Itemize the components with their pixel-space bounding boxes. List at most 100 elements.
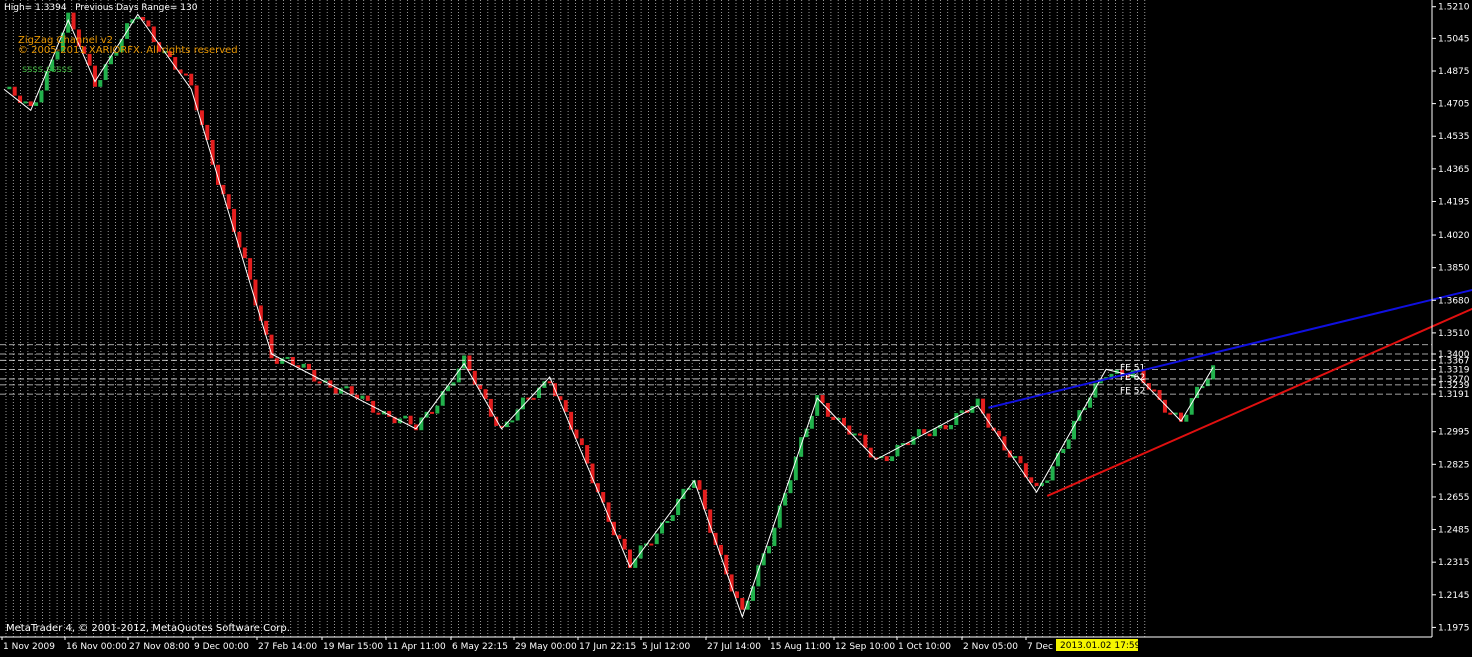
- chart-window[interactable]: FE 51 FE 62 FE 52 1.5210 1.5045 1.4875 1.4705 1…: [0, 0, 1472, 653]
- bull-bar: [1045, 480, 1050, 483]
- bull-bar: [7, 86, 12, 90]
- price-label: 1.2485: [1438, 526, 1470, 536]
- price-label: 1.4535: [1438, 132, 1470, 142]
- bull-bar: [403, 415, 408, 419]
- price-label: 1.4195: [1438, 197, 1470, 207]
- info-text: High= 1.3394 Previous Days Range= 130: [4, 3, 198, 13]
- time-label: 17 Jun 22:15: [579, 642, 636, 652]
- bull-bar: [890, 456, 895, 462]
- bull-bar: [954, 413, 959, 425]
- bull-bar: [654, 533, 659, 545]
- bear-bar: [1018, 456, 1023, 464]
- bear-bar: [563, 400, 568, 412]
- bear-bar: [531, 397, 536, 400]
- bull-bar: [510, 420, 515, 423]
- bear-bar: [248, 258, 253, 280]
- time-label: 29 May 00:00: [515, 642, 577, 652]
- time-label: 12 Sep 10:00: [835, 642, 895, 652]
- bull-bar: [435, 405, 440, 414]
- price-label: 1.4705: [1438, 100, 1470, 110]
- time-label: 9 Dec 00:00: [194, 642, 249, 652]
- bear-bar: [71, 12, 76, 30]
- bear-bar: [713, 532, 718, 545]
- bear-bar: [274, 358, 279, 364]
- bull-bar: [788, 480, 793, 494]
- bull-bar: [975, 398, 980, 407]
- bear-bar: [831, 416, 836, 420]
- time-label: 15 Aug 11:00: [770, 642, 831, 652]
- bull-bar: [1050, 466, 1055, 481]
- bear-bar: [467, 355, 472, 371]
- bear-bar: [585, 445, 590, 464]
- bull-bar: [670, 515, 675, 521]
- bear-bar: [242, 247, 247, 259]
- bear-bar: [376, 412, 381, 415]
- time-label: 27 Nov 08:00: [129, 642, 190, 652]
- price-label: 1.2315: [1438, 558, 1470, 568]
- bear-bar: [858, 433, 862, 436]
- price-label: 1.4020: [1438, 231, 1470, 241]
- time-label: 1 Nov 2009: [3, 642, 55, 652]
- bull-bar: [1184, 414, 1189, 422]
- bear-bar: [173, 57, 178, 70]
- bull-bar: [98, 80, 103, 87]
- bull-bar: [959, 410, 964, 414]
- time-label: 5 Jul 12:00: [642, 642, 691, 652]
- platform-copyright: MetaTrader 4, © 2001-2012, MetaQuotes So…: [6, 623, 290, 634]
- price-label: 1.2655: [1438, 493, 1470, 503]
- bear-bar: [943, 425, 948, 430]
- bull-bar: [285, 356, 290, 359]
- bear-bar: [649, 543, 654, 546]
- price-chart[interactable]: FE 51FE 62FE 521.52101.50451.48751.47051…: [0, 0, 1472, 653]
- bear-bar: [189, 73, 194, 86]
- bear-bar: [317, 381, 322, 384]
- time-label: 1 Oct 10:00: [898, 642, 951, 652]
- bear-bar: [408, 415, 413, 425]
- bear-bar: [1034, 482, 1039, 486]
- time-label: 16 Nov 00:00: [66, 642, 127, 652]
- bear-bar: [579, 438, 584, 446]
- bear-bar: [365, 395, 370, 401]
- price-label: 1.4365: [1438, 165, 1470, 175]
- bull-bar: [1088, 397, 1093, 408]
- indicator-copyright: © 2005-2011 XARIORFX. All rights reserve…: [18, 45, 238, 56]
- time-label: 7 Dec: [1027, 642, 1053, 652]
- price-label: 1.5045: [1438, 34, 1470, 44]
- bull-bar: [665, 520, 670, 523]
- bull-bar: [767, 546, 772, 554]
- bull-bar: [895, 444, 900, 457]
- bull-bar: [360, 395, 365, 399]
- bear-bar: [183, 73, 188, 76]
- bear-bar: [590, 463, 595, 484]
- bull-bar: [676, 498, 681, 516]
- bear-bar: [1152, 389, 1157, 392]
- bull-bar: [1013, 456, 1018, 459]
- bear-bar: [199, 110, 204, 125]
- bear-bar: [306, 363, 311, 370]
- bull-bar: [23, 101, 28, 104]
- price-label: 1.5210: [1438, 3, 1470, 13]
- bear-bar: [232, 208, 237, 232]
- bear-bar: [430, 411, 434, 414]
- time-label: 2 Nov 05:00: [963, 642, 1018, 652]
- bull-bar: [301, 363, 306, 368]
- price-label: 1.3191: [1438, 390, 1470, 400]
- time-label: 19 Mar 15:00: [323, 642, 383, 652]
- bull-bar: [772, 527, 777, 547]
- bull-bar: [916, 429, 921, 437]
- time-label: 11 Apr 11:00: [387, 642, 446, 652]
- bear-bar: [12, 86, 17, 96]
- price-label: 1.3510: [1438, 329, 1470, 339]
- price-label: 1.3680: [1438, 296, 1470, 306]
- bull-bar: [34, 102, 39, 107]
- bull-bar: [948, 424, 953, 430]
- fib-label: FE 52: [1120, 386, 1145, 396]
- bear-bar: [28, 101, 33, 107]
- price-label: 1.3850: [1438, 264, 1470, 274]
- bear-bar: [863, 434, 868, 448]
- price-label: 1.2995: [1438, 428, 1470, 438]
- bull-bar: [1061, 448, 1066, 453]
- time-label: 27 Feb 14:00: [258, 642, 317, 652]
- bear-bar: [349, 386, 354, 395]
- bear-bar: [986, 413, 991, 428]
